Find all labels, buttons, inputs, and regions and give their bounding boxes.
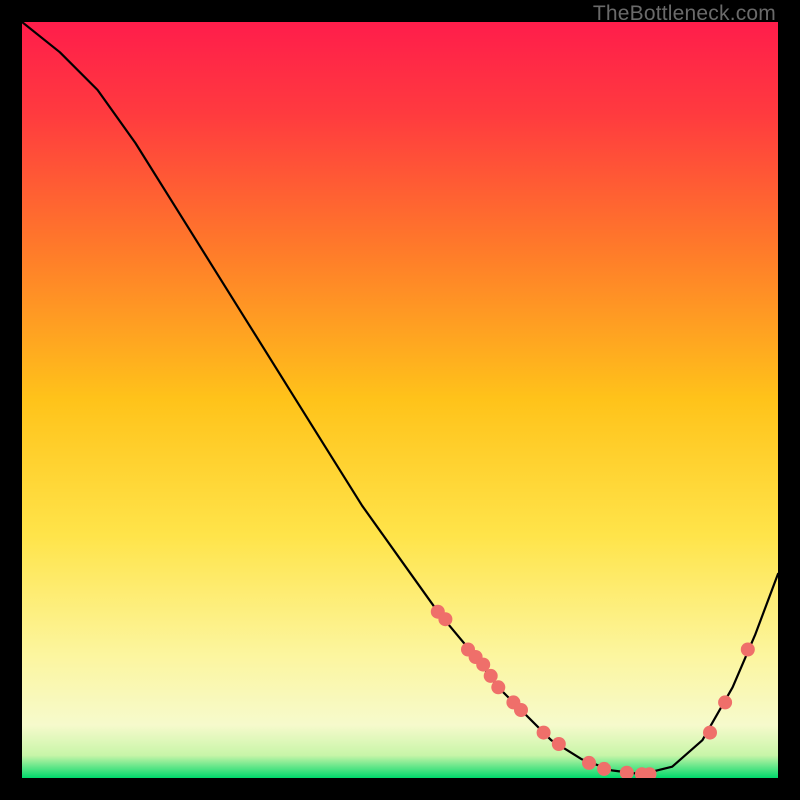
curve-marker bbox=[514, 703, 528, 717]
curve-marker bbox=[741, 643, 755, 657]
curve-marker bbox=[582, 756, 596, 770]
curve-marker bbox=[703, 726, 717, 740]
gradient-background bbox=[22, 22, 778, 778]
curve-marker bbox=[438, 612, 452, 626]
curve-marker bbox=[484, 669, 498, 683]
curve-marker bbox=[552, 737, 566, 751]
curve-marker bbox=[537, 726, 551, 740]
curve-marker bbox=[597, 762, 611, 776]
bottleneck-chart bbox=[22, 22, 778, 778]
chart-frame bbox=[22, 22, 778, 778]
curve-marker bbox=[491, 680, 505, 694]
curve-marker bbox=[718, 695, 732, 709]
watermark-text: TheBottleneck.com bbox=[593, 2, 776, 26]
